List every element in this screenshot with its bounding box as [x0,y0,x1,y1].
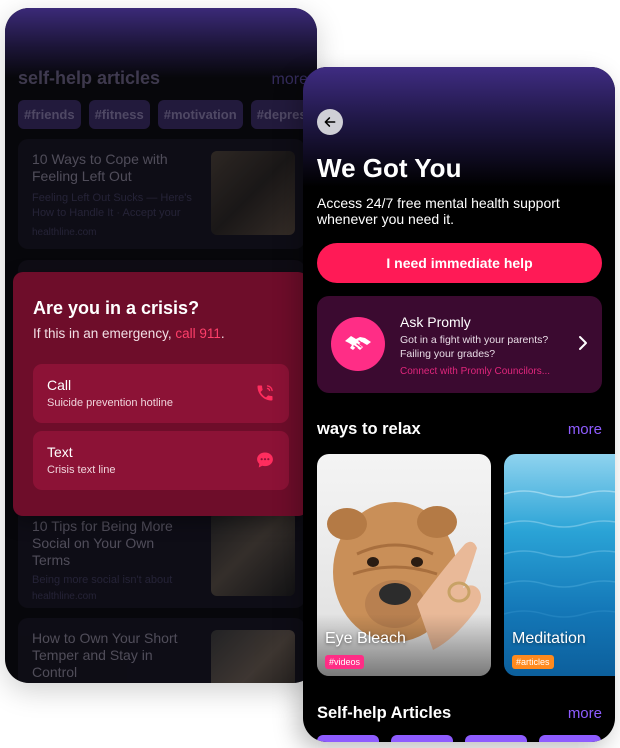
back-button[interactable] [317,109,343,135]
tag-chip-row: #friends #fitness #motivation #depres [18,100,313,129]
call-911-link[interactable]: call 911 [175,326,221,341]
immediate-help-button[interactable]: I need immediate help [317,243,602,283]
ask-promly-card[interactable]: Ask Promly Got in a fight with your pare… [317,296,602,393]
crisis-dialog: Are you in a crisis? If this in an emerg… [13,272,308,516]
page-subtitle: Access 24/7 free mental health support w… [317,195,560,227]
handshake-icon [331,317,385,371]
articles-section-header: Self-help Articles more [317,704,602,723]
section-title: Self-help Articles [317,704,452,722]
text-crisis-line-button[interactable]: Text Crisis text line [33,431,289,490]
tag-chip-motivation[interactable]: #motivation [157,100,243,129]
option-title: Call [47,377,72,393]
relax-card-eye-bleach[interactable]: Eye Bleach #videos [317,454,491,676]
option-subtitle: Crisis text line [47,464,116,476]
more-link[interactable]: more [568,421,602,438]
card-label: Meditation [512,630,586,647]
crisis-title: Are you in a crisis? [33,298,200,318]
promly-connect-link[interactable]: Connect with Promly Councilors... [400,366,550,377]
card-tag[interactable]: #videos [325,655,365,669]
page-title: We Got You [317,153,462,183]
article-title: 10 Tips for Being More Social on Your Ow… [32,518,173,568]
article-thumbnail [211,151,295,235]
phone-icon [257,385,273,401]
crisis-subtitle-suffix: . [220,326,225,341]
article-card[interactable]: 10 Ways to Cope with Feeling Left Out Fe… [18,139,305,249]
relax-card-meditation[interactable]: Meditation #articles [504,454,615,676]
article-chip-row [317,735,601,742]
chat-icon [257,452,273,468]
promly-question: Failing your grades? [400,348,496,360]
relax-section-header: ways to relax more [317,420,602,439]
chevron-right-icon [579,336,587,350]
article-thumbnail [211,630,295,683]
article-chip[interactable] [317,735,379,742]
article-title: 10 Ways to Cope with Feeling Left Out [32,151,168,184]
front-phone-screen: We Got You Access 24/7 free mental healt… [303,67,615,742]
tag-chip-friends[interactable]: #friends [18,100,81,129]
promly-question: Got in a fight with your parents? [400,334,549,346]
option-title: Text [47,444,73,460]
tag-chip-fitness[interactable]: #fitness [88,100,150,129]
back-phone-screen: self-help articles more #friends #fitnes… [5,8,317,683]
section-title: ways to relax [317,420,421,438]
card-label: Eye Bleach [325,630,406,647]
article-source: healthline.com [32,591,97,602]
article-chip[interactable] [465,735,527,742]
article-source: healthline.com [32,227,97,238]
article-snippet: Feeling Left Out Sucks — Here's How to H… [32,192,192,219]
call-hotline-button[interactable]: Call Suicide prevention hotline [33,364,289,423]
crisis-subtitle-text: If this in an emergency, [33,326,172,341]
back-section-title: self-help articles [18,68,161,88]
article-snippet: Being more social isn't about [32,574,173,586]
card-tag[interactable]: #articles [512,655,554,669]
crisis-subtitle: If this in an emergency, call 911. [33,326,225,341]
promly-title: Ask Promly [400,314,471,330]
option-subtitle: Suicide prevention hotline [47,397,173,409]
arrow-left-icon [324,117,336,127]
article-card[interactable]: How to Own Your Short Temper and Stay in… [18,618,305,683]
article-thumbnail [211,512,295,596]
article-chip[interactable] [391,735,453,742]
back-section-header: self-help articles more [18,68,308,89]
more-link[interactable]: more [568,705,602,722]
article-chip[interactable] [539,735,601,742]
article-title: How to Own Your Short Temper and Stay in… [32,630,178,680]
